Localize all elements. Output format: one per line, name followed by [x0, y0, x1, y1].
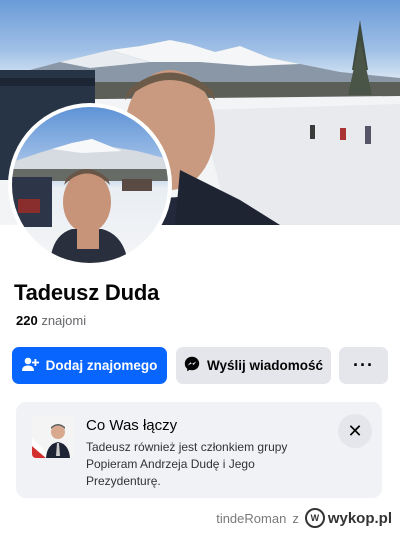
send-message-label: Wyślij wiadomość	[206, 358, 324, 373]
group-thumbnail[interactable]	[32, 416, 74, 458]
add-friend-icon	[21, 357, 39, 375]
friends-count[interactable]: 220 znajomi	[16, 313, 86, 328]
friends-count-label: znajomi	[41, 313, 87, 328]
wykop-logo: W wykop.pl	[304, 508, 392, 528]
more-options-button[interactable]: ···	[339, 347, 388, 384]
mutual-card-title: Co Was łączy	[86, 417, 178, 434]
watermark-author: tindeRoman	[216, 510, 287, 526]
profile-avatar[interactable]	[8, 103, 172, 267]
messenger-icon	[184, 356, 200, 375]
friends-count-number: 220	[16, 313, 38, 328]
send-message-button[interactable]: Wyślij wiadomość	[176, 347, 331, 384]
profile-name: Tadeusz Duda	[14, 280, 160, 305]
add-friend-button[interactable]: Dodaj znajomego	[12, 347, 167, 384]
wykop-site: wykop.pl	[327, 509, 392, 527]
wykop-icon: W	[304, 508, 325, 528]
watermark: tindeRoman z W wykop.pl	[216, 508, 392, 528]
more-dots-icon: ···	[353, 355, 374, 375]
mutual-connection-card: Co Was łączy Tadeusz również jest członk…	[16, 402, 382, 498]
avatar-image	[12, 107, 168, 263]
add-friend-label: Dodaj znajomego	[45, 358, 158, 373]
close-icon[interactable]: ✕	[338, 414, 372, 448]
mutual-card-text: Tadeusz również jest członkiem grupy Pop…	[86, 440, 288, 488]
watermark-separator: z	[292, 510, 299, 526]
